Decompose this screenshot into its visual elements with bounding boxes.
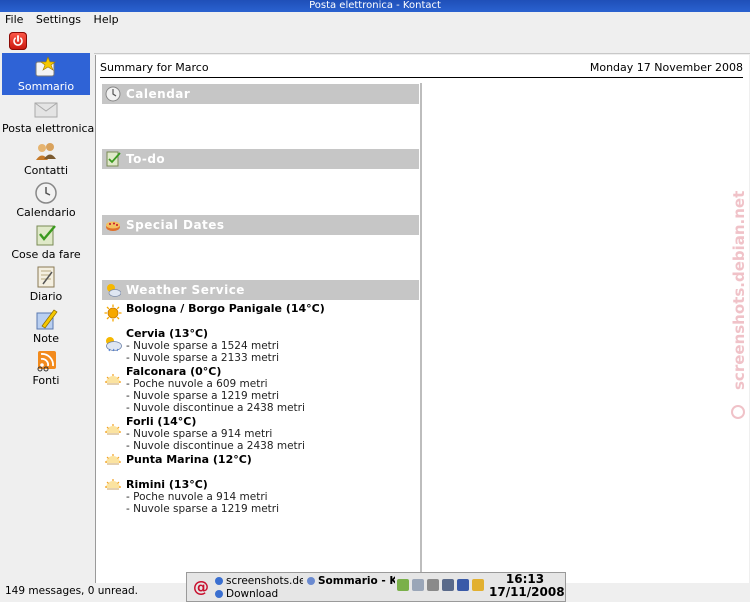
summary-header: Summary for Marco Monday 17 November 200… <box>100 61 743 78</box>
tray-clipboard-icon[interactable] <box>412 579 424 591</box>
clock-icon <box>105 86 121 102</box>
status-message: 149 messages, 0 unread. <box>5 585 139 597</box>
watermark: screenshots.debian.net <box>730 191 748 419</box>
tray-app-icon[interactable] <box>397 579 409 591</box>
tray-notification-icon[interactable] <box>472 579 484 591</box>
weather-entry: Cervia (13°C) - Nuvole sparse a 1524 met… <box>102 327 419 367</box>
todo-section-header: To-do <box>102 149 419 169</box>
weather-detail: - Nuvole sparse a 1524 metri <box>126 340 280 352</box>
browser-icon <box>215 577 223 585</box>
menu-bar: File Settings Help <box>0 12 750 28</box>
sidebar-item-label: Sommario <box>17 80 75 93</box>
journal-notebook-icon <box>37 266 55 288</box>
contacts-people-icon <box>36 143 56 160</box>
debian-swirl-icon[interactable]: @ <box>193 578 209 596</box>
night-partly-cloudy-icon <box>105 374 121 385</box>
tray-volume-icon[interactable] <box>427 579 439 591</box>
menu-file[interactable]: File <box>0 12 27 28</box>
sidebar-item-note[interactable]: Note <box>2 305 90 347</box>
night-partly-cloudy-icon <box>105 424 121 435</box>
night-partly-cloudy-icon <box>105 479 121 490</box>
quit-button[interactable] <box>9 32 27 50</box>
sidebar-item-posta[interactable]: Posta elettronica <box>2 95 95 137</box>
watermark-text: screenshots.debian.net <box>730 191 748 390</box>
cloudy-icon <box>106 337 122 352</box>
sidebar-item-label: Diario <box>29 290 63 303</box>
clock-date: 17/11/2008 <box>489 585 565 599</box>
taskbar: @ screenshots.deb Sommario - Ko Download… <box>186 572 566 602</box>
window-title: Posta elettronica - Kontact <box>309 0 441 11</box>
weather-detail: - Poche nuvole a 609 metri <box>126 378 268 390</box>
calendar-section-title: Calendar <box>126 87 191 101</box>
weather-detail: - Nuvole sparse a 2133 metri <box>126 352 280 364</box>
task-sommario[interactable]: Sommario - Ko <box>307 575 395 587</box>
sidebar-item-label: Contatti <box>23 164 69 177</box>
weather-detail: - Nuvole sparse a 1219 metri <box>126 503 280 515</box>
night-partly-cloudy-icon <box>105 454 121 465</box>
sidebar-item-label: Posta elettronica <box>2 122 95 135</box>
tray-display-icon[interactable] <box>457 579 469 591</box>
sidebar-item-diario[interactable]: Diario <box>2 263 90 305</box>
sidebar-item-cose-da-fare[interactable]: Cose da fare <box>2 221 90 263</box>
sidebar-item-label: Fonti <box>32 374 60 387</box>
summary-star-icon <box>35 56 56 77</box>
envelope-icon <box>34 102 58 118</box>
summary-date: Monday 17 November 2008 <box>589 61 743 74</box>
weather-city: Cervia (13°C) <box>126 327 209 340</box>
sidebar-item-label: Note <box>32 332 60 345</box>
sidebar-item-calendario[interactable]: Calendario <box>2 179 90 221</box>
weather-entry: Forli (14°C) - Nuvole sparse a 914 metri… <box>102 415 419 455</box>
sidebar-item-label: Cose da fare <box>11 248 81 261</box>
sidebar-item-sommario[interactable]: Sommario <box>2 53 90 95</box>
weather-detail: - Nuvole discontinue a 2438 metri <box>126 440 305 452</box>
toolbar <box>0 28 750 54</box>
todo-section-title: To-do <box>126 152 166 166</box>
calendar-section-header: Calendar <box>102 84 419 104</box>
weather-detail: - Nuvole sparse a 1219 metri <box>126 390 280 402</box>
browser-icon <box>215 590 223 598</box>
weather-entry: Falconara (0°C) - Poche nuvole a 609 met… <box>102 365 419 417</box>
special-dates-section-title: Special Dates <box>126 218 225 232</box>
sidebar-item-label: Calendario <box>16 206 76 219</box>
task-download[interactable]: Download <box>215 588 303 600</box>
summary-title: Summary for Marco <box>100 61 209 74</box>
weather-section-title: Weather Service <box>126 283 245 297</box>
weather-section-header: Weather Service <box>102 280 419 300</box>
weather-detail: - Nuvole sparse a 914 metri <box>126 428 273 440</box>
window-title-bar: Posta elettronica - Kontact <box>0 0 750 12</box>
sidebar-item-contatti[interactable]: Contatti <box>2 137 90 179</box>
notes-pencil-icon <box>36 309 58 330</box>
menu-help[interactable]: Help <box>89 12 123 28</box>
clock-calendar-icon <box>35 182 57 204</box>
sunny-icon <box>104 304 122 322</box>
cake-icon <box>106 221 120 231</box>
weather-entry: Bologna / Borgo Panigale (14°C) <box>102 302 419 328</box>
summary-view: Summary for Marco Monday 17 November 200… <box>95 55 749 583</box>
taskbar-clock[interactable]: 16:13 17/11/2008 <box>489 573 565 601</box>
kontact-icon <box>307 577 315 585</box>
weather-entry: Punta Marina (12°C) <box>102 453 419 479</box>
sidebar-item-fonti[interactable]: Fonti <box>2 347 90 389</box>
special-dates-section-header: Special Dates <box>102 215 419 235</box>
feeds-rss-icon <box>37 351 56 372</box>
weather-detail: - Poche nuvole a 914 metri <box>126 491 268 503</box>
weather-detail: - Nuvole discontinue a 2438 metri <box>126 402 305 414</box>
menu-settings[interactable]: Settings <box>31 12 85 28</box>
weather-city: Bologna / Borgo Panigale (14°C) <box>126 302 325 315</box>
tray-network-icon[interactable] <box>442 579 454 591</box>
weather-city: Forli (14°C) <box>126 415 197 428</box>
weather-city: Rimini (13°C) <box>126 478 208 491</box>
task-screenshots[interactable]: screenshots.deb <box>215 575 303 587</box>
power-icon <box>13 35 23 46</box>
sidebar: Sommario Posta elettronica Contatti Cale… <box>0 53 94 583</box>
weather-city: Punta Marina (12°C) <box>126 453 252 466</box>
weather-city: Falconara (0°C) <box>126 365 222 378</box>
system-tray <box>397 579 485 595</box>
column-divider[interactable] <box>420 83 422 583</box>
weather-entry: Rimini (13°C) - Poche nuvole a 914 metri… <box>102 478 419 518</box>
weather-sun-cloud-icon <box>107 284 121 297</box>
todo-check-icon <box>106 151 121 167</box>
todo-check-icon <box>36 225 56 246</box>
